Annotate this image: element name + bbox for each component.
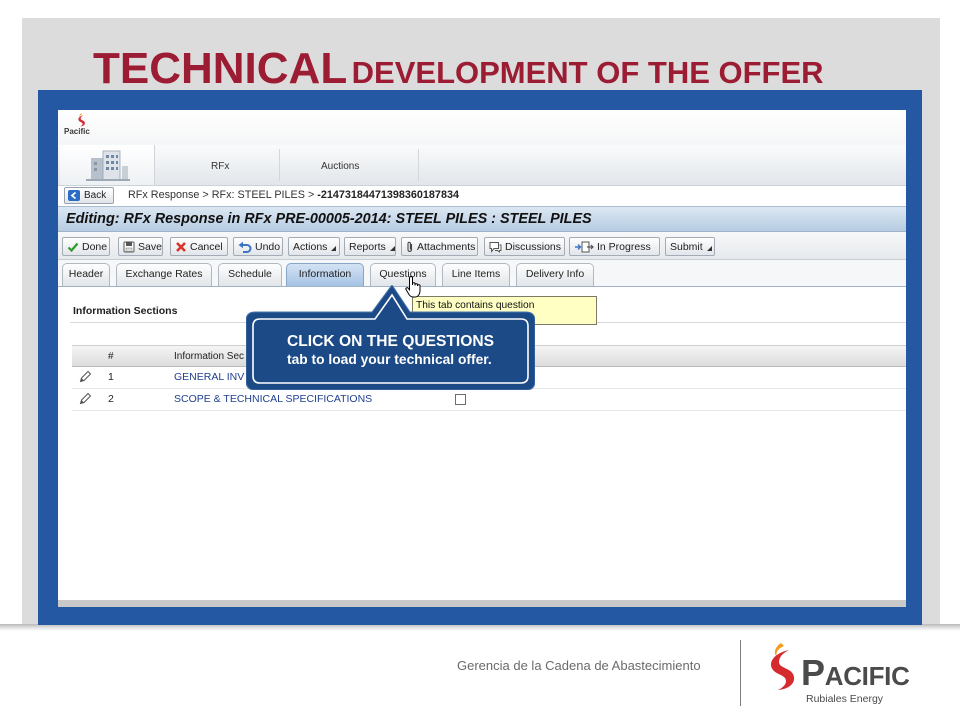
pacific-flame-icon	[76, 113, 87, 127]
attachments-button[interactable]: Attachments	[401, 237, 478, 256]
slide-title-main: TECHNICAL	[93, 44, 348, 93]
brand-name: PACIFIC	[801, 652, 910, 693]
row-number: 2	[108, 393, 114, 405]
discussion-icon	[489, 241, 502, 253]
callout-heading: CLICK ON THE QUESTIONS	[287, 333, 495, 350]
table-row: 2 SCOPE & TECHNICAL SPECIFICATIONS	[72, 389, 906, 411]
row-checkbox[interactable]	[455, 394, 466, 405]
done-button-label: Done	[82, 240, 108, 253]
done-button[interactable]: Done	[62, 237, 110, 256]
back-button-label: Back	[84, 190, 107, 201]
chevron-down-icon	[389, 246, 395, 251]
breadcrumb-row: Back RFx Response > RFx: STEEL PILES > -…	[58, 186, 906, 206]
reports-button-label: Reports	[349, 240, 386, 253]
tab-delivery-info[interactable]: Delivery Info	[516, 263, 594, 286]
tab-questions[interactable]: Questions	[370, 263, 436, 286]
attachments-button-label: Attachments	[417, 240, 476, 253]
discussions-button[interactable]: Discussions	[484, 237, 565, 256]
app-logo-name: Pacific	[64, 127, 90, 136]
back-button[interactable]: Back	[64, 187, 114, 204]
paperclip-icon	[406, 241, 414, 253]
main-navigation: RFx Auctions	[58, 145, 906, 186]
breadcrumb-separator: >	[202, 189, 209, 201]
hand-cursor-icon	[405, 275, 425, 299]
undo-icon	[238, 241, 252, 253]
tab-schedule[interactable]: Schedule	[218, 263, 282, 286]
nav-separator	[418, 149, 419, 181]
save-icon	[123, 241, 135, 253]
instruction-callout: CLICK ON THE QUESTIONS tab to load your …	[246, 285, 535, 390]
nav-home-tab[interactable]	[60, 145, 155, 185]
row-number: 1	[108, 371, 114, 383]
check-icon	[67, 241, 79, 253]
app-screenshot: Pacific RFx Auctions Back RFx Response >…	[58, 110, 906, 607]
app-logo[interactable]: Pacific	[62, 112, 112, 142]
actions-button-label: Actions	[293, 240, 328, 253]
footer-divider	[740, 640, 741, 706]
tab-information[interactable]: Information	[286, 263, 364, 286]
edit-pencil-icon[interactable]	[78, 392, 92, 406]
breadcrumb-item-rfx[interactable]: RFx: STEEL PILES	[212, 189, 305, 201]
chevron-down-icon	[706, 246, 712, 251]
in-progress-button[interactable]: In Progress	[569, 237, 660, 256]
tab-line-items[interactable]: Line Items	[442, 263, 510, 286]
back-arrow-icon	[68, 190, 80, 201]
nav-tab-rfx[interactable]: RFx	[211, 161, 229, 173]
screen-bottom-band	[58, 600, 906, 607]
cancel-button-label: Cancel	[190, 240, 223, 253]
app-top-bar: Pacific	[58, 110, 906, 145]
tab-header[interactable]: Header	[62, 263, 110, 286]
edit-pencil-icon[interactable]	[78, 370, 92, 384]
pacific-logo: PACIFIC Rubiales Energy	[764, 641, 916, 709]
undo-button-label: Undo	[255, 240, 281, 253]
breadcrumb-current: -21473184471398360187834	[317, 189, 459, 201]
breadcrumb-separator: >	[307, 189, 315, 201]
save-button-label: Save	[138, 240, 162, 253]
column-header-information-sections[interactable]: Information Sec	[174, 346, 244, 367]
footer-department-text: Gerencia de la Cadena de Abastecimiento	[457, 658, 701, 673]
save-button[interactable]: Save	[118, 237, 163, 256]
toolbar: Done Save Cancel Undo Actions Reports At…	[58, 232, 906, 260]
discussions-button-label: Discussions	[505, 240, 562, 253]
row-section-link[interactable]: SCOPE & TECHNICAL SPECIFICATIONS	[174, 389, 372, 410]
status-icon	[574, 241, 594, 253]
nav-tab-auctions[interactable]: Auctions	[321, 161, 359, 173]
undo-button[interactable]: Undo	[233, 237, 283, 256]
in-progress-button-label: In Progress	[597, 240, 651, 253]
slide-title-rest: DEVELOPMENT OF THE OFFER	[351, 55, 824, 90]
section-title: Information Sections	[73, 305, 178, 317]
submit-menu-button[interactable]: Submit	[665, 237, 715, 256]
chevron-down-icon	[331, 246, 337, 251]
row-section-link[interactable]: GENERAL INV	[174, 367, 244, 388]
tab-exchange-rates[interactable]: Exchange Rates	[116, 263, 212, 286]
tab-bar: Header Exchange Rates Schedule Informati…	[58, 260, 906, 287]
brand-tagline: Rubiales Energy	[806, 693, 884, 705]
cancel-icon	[175, 241, 187, 253]
nav-separator	[279, 149, 280, 181]
breadcrumb-item-rfx-response[interactable]: RFx Response	[128, 189, 199, 201]
cancel-button[interactable]: Cancel	[170, 237, 228, 256]
building-icon	[86, 148, 130, 182]
submit-button-label: Submit	[670, 240, 703, 253]
breadcrumb: RFx Response > RFx: STEEL PILES > -21473…	[128, 189, 459, 202]
pacific-flame-icon	[764, 642, 800, 692]
panel-shadow	[0, 624, 960, 631]
page-title: Editing: RFx Response in RFx PRE-00005-2…	[66, 211, 592, 227]
reports-menu-button[interactable]: Reports	[344, 237, 396, 256]
actions-menu-button[interactable]: Actions	[288, 237, 340, 256]
column-header-number[interactable]: #	[108, 346, 114, 367]
callout-subtext: tab to load your technical offer.	[287, 352, 492, 367]
page-title-bar: Editing: RFx Response in RFx PRE-00005-2…	[58, 206, 906, 232]
